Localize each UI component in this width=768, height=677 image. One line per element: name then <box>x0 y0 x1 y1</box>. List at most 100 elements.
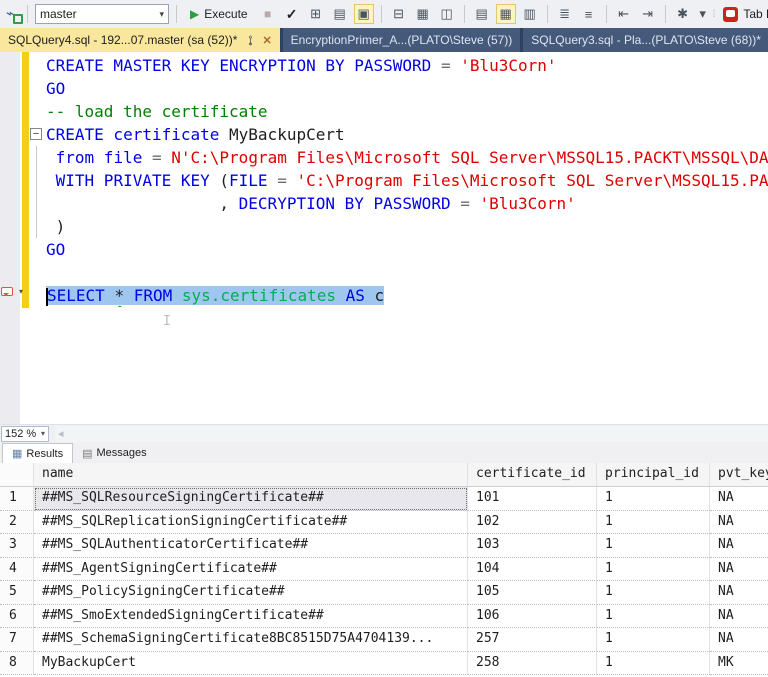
results-to-grid-button[interactable]: ▦ <box>496 4 516 24</box>
uncomment-lines-button[interactable]: ≡ <box>579 4 599 24</box>
column-header-name[interactable]: name <box>34 463 468 487</box>
grid-cell[interactable]: ##MS_SQLAuthenticatorCertificate## <box>34 534 468 558</box>
grid-cell[interactable]: 103 <box>468 534 597 558</box>
results-to-file-button[interactable]: ▥ <box>520 4 540 24</box>
grid-cell[interactable]: NA <box>710 487 768 511</box>
template-parameters-button[interactable]: ✱ <box>673 4 693 24</box>
connect-icon[interactable] <box>4 6 20 22</box>
grid-cell[interactable]: NA <box>710 511 768 535</box>
query-toolbar: master ▾ ▶ Execute ■ ✓ ⊞ ▤ ▣ ⊟ ▦ ◫ ▤ ▦ ▥… <box>0 0 768 28</box>
column-header-pvt_key[interactable]: pvt_key <box>710 463 768 487</box>
row-number-cell[interactable]: 1 <box>0 487 34 511</box>
grid-cell[interactable]: MyBackupCert <box>34 652 468 676</box>
grid-cell[interactable]: 1 <box>597 534 710 558</box>
grid-cell[interactable]: 1 <box>597 487 710 511</box>
decrease-indent-button[interactable]: ⇤ <box>614 4 634 24</box>
grid-cell[interactable]: 1 <box>597 581 710 605</box>
horizontal-scrollbar[interactable]: ◂ <box>55 426 768 442</box>
grid-cell[interactable]: NA <box>710 558 768 582</box>
code-line-9[interactable]: GO <box>0 238 768 261</box>
grid-cell[interactable]: ##MS_SmoExtendedSigningCertificate## <box>34 605 468 629</box>
intellisense-toggle-button[interactable]: ▣ <box>354 4 374 24</box>
document-tab-1[interactable]: SQLQuery4.sql - 192...07.master (sa (52)… <box>0 28 280 52</box>
grid-cell[interactable]: 257 <box>468 628 597 652</box>
code-token: MyBackupCert <box>219 125 344 144</box>
grid-cell[interactable]: ##MS_SQLResourceSigningCertificate## <box>34 487 468 511</box>
document-tab-2[interactable]: EncryptionPrimer_A...(PLATO\Steve (57)) <box>283 28 521 52</box>
code-line-8[interactable]: ) <box>0 215 768 238</box>
grid-cell[interactable]: 106 <box>468 605 597 629</box>
toolbar-options-chevron[interactable]: ▾ <box>697 4 709 24</box>
code-line-6[interactable]: WITH PRIVATE KEY (FILE = 'C:\Program Fil… <box>0 169 768 192</box>
code-token: N'C:\Program Files\Microsoft SQL Server\… <box>171 148 768 167</box>
row-number-cell[interactable]: 6 <box>0 605 34 629</box>
toolbar-grip[interactable]: ⁞ <box>713 9 715 20</box>
grid-cell[interactable]: 1 <box>597 652 710 676</box>
row-number-cell[interactable]: 8 <box>0 652 34 676</box>
grid-cell[interactable]: NA <box>710 534 768 558</box>
column-header-principal_id[interactable]: principal_id <box>597 463 710 487</box>
document-tab-label: SQLQuery3.sql - Pla...(PLATO\Steve (68))… <box>531 33 761 47</box>
comment-lines-button[interactable]: ≣ <box>555 4 575 24</box>
grid-corner-cell[interactable] <box>0 463 34 487</box>
code-line-5[interactable]: from file = N'C:\Program Files\Microsoft… <box>0 146 768 169</box>
code-area[interactable]: CREATE MASTER KEY ENCRYPTION BY PASSWORD… <box>0 54 768 307</box>
tab-results[interactable]: ▦ Results <box>2 443 73 463</box>
client-statistics-button[interactable]: ◫ <box>437 4 457 24</box>
collapse-region-icon[interactable]: − <box>30 128 42 140</box>
tab-messages[interactable]: ▤ Messages <box>73 443 156 463</box>
row-number-cell[interactable]: 5 <box>0 581 34 605</box>
row-number-cell[interactable]: 2 <box>0 511 34 535</box>
document-tab-3[interactable]: SQLQuery3.sql - Pla...(PLATO\Steve (68))… <box>523 28 768 52</box>
grid-cell[interactable]: ##MS_PolicySigningCertificate## <box>34 581 468 605</box>
code-line-7[interactable]: , DECRYPTION BY PASSWORD = 'Blu3Corn' <box>0 192 768 215</box>
grid-cell[interactable]: ##MS_SchemaSigningCertificate8BC8515D75A… <box>34 628 468 652</box>
code-line-11[interactable]: SELECT * FROM sys.certificates AS c <box>0 284 768 307</box>
estimated-plan-button[interactable]: ⊞ <box>306 4 326 24</box>
results-grid[interactable]: namecertificate_idprincipal_idpvt_key1##… <box>0 463 768 677</box>
grid-cell[interactable]: ##MS_SQLReplicationSigningCertificate## <box>34 511 468 535</box>
cancel-query-button[interactable]: ■ <box>258 4 278 24</box>
parse-query-button[interactable]: ✓ <box>282 4 302 24</box>
results-to-text-button[interactable]: ▤ <box>472 4 492 24</box>
grid-cell[interactable]: 1 <box>597 558 710 582</box>
query-options-button[interactable]: ▤ <box>330 4 350 24</box>
actual-plan-button[interactable]: ⊟ <box>389 4 409 24</box>
pin-icon[interactable]: ⊶ <box>244 35 257 46</box>
grid-cell[interactable]: NA <box>710 581 768 605</box>
grid-cell[interactable]: NA <box>710 628 768 652</box>
row-number-cell[interactable]: 4 <box>0 558 34 582</box>
scroll-left-icon[interactable]: ◂ <box>55 427 67 440</box>
column-header-certificate_id[interactable]: certificate_id <box>468 463 597 487</box>
live-query-stats-button[interactable]: ▦ <box>413 4 433 24</box>
row-number-cell[interactable]: 3 <box>0 534 34 558</box>
grid-cell[interactable]: 102 <box>468 511 597 535</box>
code-line-4[interactable]: −CREATE certificate MyBackupCert <box>0 123 768 146</box>
grid-cell[interactable]: ##MS_AgentSigningCertificate## <box>34 558 468 582</box>
execute-button[interactable]: ▶ Execute <box>184 3 254 25</box>
code-line-3[interactable]: -- load the certificate <box>0 100 768 123</box>
database-selector[interactable]: master ▾ <box>35 4 169 24</box>
grid-cell[interactable]: 1 <box>597 511 710 535</box>
code-analysis-bubble[interactable]: ▾ <box>1 286 23 299</box>
grid-cell[interactable]: MK <box>710 652 768 676</box>
grid-cell[interactable]: 1 <box>597 605 710 629</box>
sql-editor[interactable]: CREATE MASTER KEY ENCRYPTION BY PASSWORD… <box>0 52 768 424</box>
row-number-cell[interactable]: 7 <box>0 628 34 652</box>
grid-cell[interactable]: 105 <box>468 581 597 605</box>
increase-indent-button[interactable]: ⇥ <box>638 4 658 24</box>
code-line-2[interactable]: GO <box>0 77 768 100</box>
code-line-10[interactable] <box>0 261 768 284</box>
database-selector-value: master <box>40 7 159 21</box>
code-line-1[interactable]: CREATE MASTER KEY ENCRYPTION BY PASSWORD… <box>0 54 768 77</box>
grid-cell[interactable]: 104 <box>468 558 597 582</box>
grid-cell[interactable]: 258 <box>468 652 597 676</box>
close-icon[interactable]: ✕ <box>262 34 271 47</box>
tab-history-button[interactable]: Tab History <box>718 7 768 22</box>
table-row: 6##MS_SmoExtendedSigningCertificate##106… <box>0 605 768 629</box>
grid-cell[interactable]: NA <box>710 605 768 629</box>
grid-cell[interactable]: 1 <box>597 628 710 652</box>
chevron-down-icon[interactable]: ▾ <box>159 9 164 20</box>
zoom-level-selector[interactable]: 152 % ▾ <box>1 426 49 442</box>
grid-cell[interactable]: 101 <box>468 487 597 511</box>
